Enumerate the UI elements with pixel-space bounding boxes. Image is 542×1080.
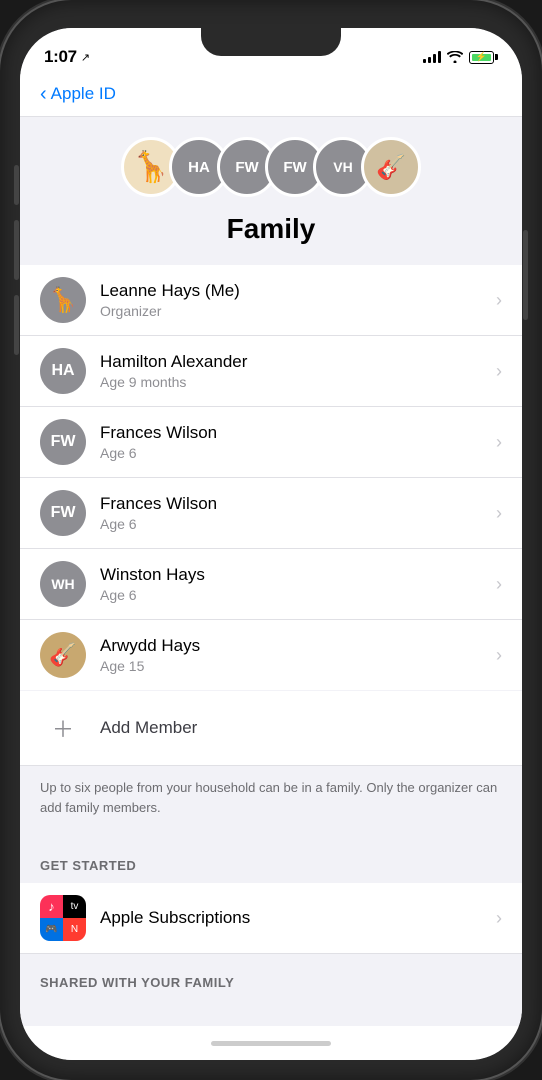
chevron-icon-winston: ›: [496, 574, 502, 595]
member-info-winston: Winston Hays Age 6: [100, 565, 496, 603]
member-info-frances2: Frances Wilson Age 6: [100, 494, 496, 532]
subscription-row[interactable]: ♪ tv 🎮 N Apple Subscriptions ›: [20, 883, 522, 953]
member-row-frances1[interactable]: FW Frances Wilson Age 6 ›: [20, 407, 522, 478]
chevron-icon-hamilton: ›: [496, 361, 502, 382]
power-button: [523, 230, 528, 320]
shared-label: SHARED WITH YOUR FAMILY: [40, 975, 234, 990]
avatar-leanne-row: 🦒: [40, 277, 86, 323]
member-row-frances2[interactable]: FW Frances Wilson Age 6 ›: [20, 478, 522, 549]
silent-switch: [14, 165, 19, 205]
member-row-leanne[interactable]: 🦒 Leanne Hays (Me) Organizer ›: [20, 265, 522, 336]
home-bar: [211, 1041, 331, 1046]
member-info-hamilton: Hamilton Alexander Age 9 months: [100, 352, 496, 390]
signal-icon: [423, 51, 441, 63]
wifi-icon: [447, 51, 463, 63]
member-row-winston[interactable]: WH Winston Hays Age 6 ›: [20, 549, 522, 620]
member-detail-frances1: Age 6: [100, 445, 496, 461]
subscription-icon: ♪ tv 🎮 N: [40, 895, 86, 941]
back-button[interactable]: ‹ Apple ID: [40, 84, 502, 104]
member-info-frances1: Frances Wilson Age 6: [100, 423, 496, 461]
nav-bar: ‹ Apple ID: [20, 76, 522, 117]
member-detail-leanne: Organizer: [100, 303, 496, 319]
status-time: 1:07: [44, 47, 77, 67]
members-section: 🦒 Leanne Hays (Me) Organizer › HA Hamilt…: [20, 265, 522, 690]
add-member-label: Add Member: [100, 718, 197, 738]
news-icon: N: [63, 918, 86, 941]
member-name-hamilton: Hamilton Alexander: [100, 352, 496, 372]
info-text: Up to six people from your household can…: [40, 778, 502, 817]
status-icons: ⚡: [423, 51, 498, 64]
member-row-arwydd[interactable]: 🎸 Arwydd Hays Age 15 ›: [20, 620, 522, 690]
avatar-frances1-row: FW: [40, 419, 86, 465]
subscription-name: Apple Subscriptions: [100, 908, 496, 928]
music-icon: ♪: [40, 895, 63, 918]
member-name-leanne: Leanne Hays (Me): [100, 281, 496, 301]
member-detail-hamilton: Age 9 months: [100, 374, 496, 390]
get-started-label: GET STARTED: [40, 858, 136, 873]
notch: [201, 28, 341, 56]
member-name-winston: Winston Hays: [100, 565, 496, 585]
member-name-frances2: Frances Wilson: [100, 494, 496, 514]
member-detail-arwydd: Age 15: [100, 658, 496, 674]
member-info-arwydd: Arwydd Hays Age 15: [100, 636, 496, 674]
avatar-winston-row: WH: [40, 561, 86, 607]
member-detail-winston: Age 6: [100, 587, 496, 603]
member-name-arwydd: Arwydd Hays: [100, 636, 496, 656]
scroll-content[interactable]: 🦒 HA FW FW VH 🎸 Family 🦒: [20, 117, 522, 1026]
avatar-row: 🦒 HA FW FW VH 🎸: [121, 137, 421, 197]
member-info-leanne: Leanne Hays (Me) Organizer: [100, 281, 496, 319]
back-label: Apple ID: [51, 84, 116, 104]
avatar-frances2-row: FW: [40, 490, 86, 536]
member-detail-frances2: Age 6: [100, 516, 496, 532]
volume-down-button: [14, 295, 19, 355]
avatar-arwydd-header: 🎸: [361, 137, 421, 197]
info-section: Up to six people from your household can…: [20, 766, 522, 837]
chevron-icon-frances1: ›: [496, 432, 502, 453]
chevron-icon-arwydd: ›: [496, 645, 502, 666]
back-chevron-icon: ‹: [40, 84, 47, 104]
location-icon: ↗: [81, 51, 90, 64]
member-row-hamilton[interactable]: HA Hamilton Alexander Age 9 months ›: [20, 336, 522, 407]
chevron-icon-frances2: ›: [496, 503, 502, 524]
family-title: Family: [227, 213, 316, 245]
chevron-icon-leanne: ›: [496, 290, 502, 311]
get-started-header: GET STARTED: [20, 837, 522, 883]
phone-screen: 1:07 ↗: [20, 28, 522, 1060]
member-name-frances1: Frances Wilson: [100, 423, 496, 443]
shared-section: SHARED WITH YOUR FAMILY: [20, 953, 522, 1004]
tv-icon: tv: [63, 895, 86, 918]
avatar-hamilton-row: HA: [40, 348, 86, 394]
avatar-arwydd-row: 🎸: [40, 632, 86, 678]
arcade-icon: 🎮: [40, 918, 63, 941]
chevron-icon-subscription: ›: [496, 908, 502, 929]
home-indicator: [20, 1026, 522, 1060]
battery-icon: ⚡: [469, 51, 498, 64]
add-member-row[interactable]: ＋ Add Member: [20, 691, 522, 766]
phone-device: 1:07 ↗: [0, 0, 542, 1080]
add-icon: ＋: [40, 705, 86, 751]
family-header: 🦒 HA FW FW VH 🎸 Family: [20, 117, 522, 265]
volume-up-button: [14, 220, 19, 280]
